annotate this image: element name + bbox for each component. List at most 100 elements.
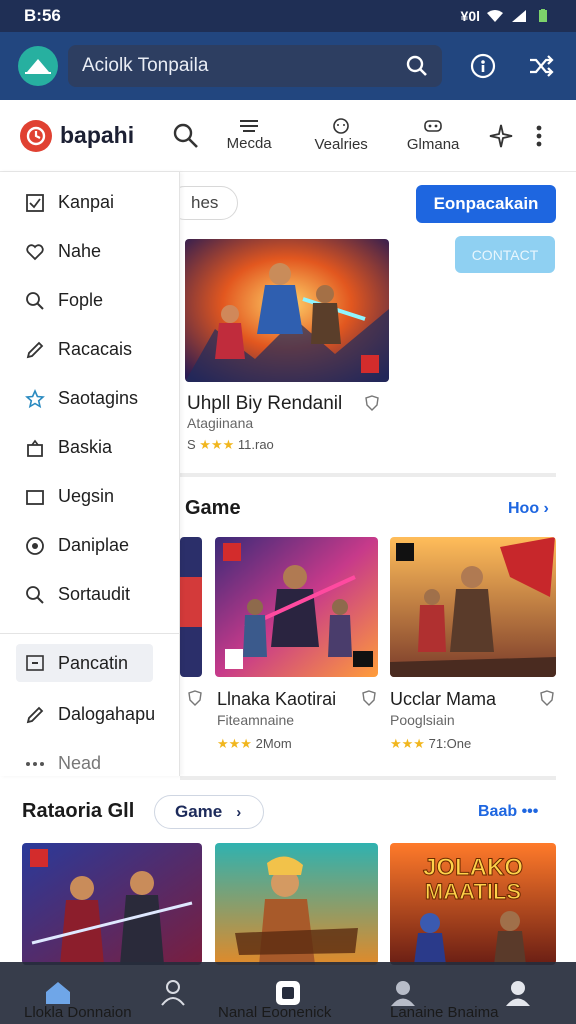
featured-game-thumbnail[interactable]	[185, 239, 389, 382]
drawer-item-label: Kanpai	[58, 192, 115, 212]
game-card-rating: ★★★ 71:One	[390, 736, 471, 752]
rating-stars: ★★★	[217, 736, 252, 751]
bottom-nav-labels: Llokla Donnaion Nanal Eoonenick Lanaine …	[0, 1004, 576, 1024]
brand-logo-icon	[20, 119, 52, 152]
drawer-item-label: Sortaudit	[58, 584, 131, 604]
drawer-divider	[0, 633, 179, 634]
section-title-game: Game	[185, 497, 241, 519]
drawer-item-nahe[interactable]: Nahe	[0, 227, 179, 276]
game-card-thumbnail[interactable]: JOLAKO MAATILS	[390, 843, 556, 965]
brand[interactable]: bapahi	[20, 119, 135, 152]
drawer-item-label: Pancatin	[58, 652, 129, 673]
brand-name: bapahi	[60, 122, 135, 148]
status-bar: B:56 ¥0l	[0, 0, 576, 32]
search-icon	[24, 290, 46, 312]
top-nav: bapahi Mecda Vealries Glmana	[0, 100, 576, 172]
section-link-more[interactable]: Hoo ›	[508, 500, 549, 518]
drawer-item-label: Daniplae	[58, 535, 130, 555]
tab-label: Glmana	[406, 136, 460, 153]
featured-game-subtitle: Atagiinana	[187, 415, 254, 431]
chevron-right-icon: ›	[236, 803, 242, 821]
wifi-icon	[487, 10, 503, 22]
drawer-item-uegsin[interactable]: Uegsin	[0, 472, 179, 521]
app-logo-icon[interactable]	[18, 46, 58, 86]
smiley-icon	[333, 118, 349, 134]
filter-pill-label: hes	[191, 193, 219, 212]
section-link-label: Baab	[478, 803, 518, 820]
game-card-thumbnail[interactable]	[215, 537, 378, 677]
shuffle-icon[interactable]	[524, 49, 558, 83]
tab-glmana[interactable]: Glmana	[390, 118, 476, 153]
app-bar: Aciolk Tonpaila	[0, 32, 576, 100]
drawer-item-label: Dalogahapu	[58, 704, 156, 724]
game-card-thumbnail-partial[interactable]	[180, 537, 202, 677]
pencil-icon	[24, 339, 46, 361]
status-time: B:56	[24, 6, 61, 25]
drawer-item-sortaudit[interactable]: Sortaudit	[0, 570, 179, 619]
drawer-item-daniplae[interactable]: Daniplae	[0, 521, 179, 570]
drawer-item-racacais[interactable]: Racacais	[0, 325, 179, 374]
drawer-item-kanpai[interactable]: Kanpai	[0, 178, 179, 227]
game-card-rating: ★★★ 2Mom	[217, 736, 292, 752]
drawer-item-saotagins[interactable]: Saotagins	[0, 374, 179, 423]
tab-label: Mecda	[226, 135, 272, 152]
drawer-item-fople[interactable]: Fople	[0, 276, 179, 325]
info-icon[interactable]	[466, 49, 500, 83]
gamepad-icon	[424, 120, 442, 132]
signal-icon	[512, 10, 526, 22]
search-icon[interactable]	[172, 122, 200, 150]
bag-icon	[24, 437, 46, 459]
rating-stars: ★★★	[390, 736, 425, 751]
game-card-subtitle: Fiteamnaine	[217, 712, 295, 728]
home-icon	[45, 982, 70, 1004]
game-filter-pill[interactable]: Game ›	[154, 795, 264, 829]
list-icon	[240, 120, 259, 132]
shield-icon	[188, 690, 202, 706]
game-card-thumbnail[interactable]	[215, 843, 378, 965]
avatar-icon	[391, 981, 416, 1006]
status-right-text: ¥0l	[460, 8, 480, 24]
person-icon	[160, 980, 185, 1006]
contact-button[interactable]: CONTACT	[455, 236, 555, 273]
battery-icon	[539, 9, 547, 22]
drawer-item-nead[interactable]: Nead	[0, 739, 179, 788]
game-card-title[interactable]: Ucclar Mama	[390, 689, 496, 710]
minus-box-icon	[24, 652, 46, 674]
more-icon	[24, 753, 46, 775]
rating-text: 2Mom	[255, 736, 292, 751]
drawer-item-label: Saotagins	[58, 388, 139, 408]
sparkle-icon[interactable]	[488, 123, 514, 149]
drawer-item-label: Nahe	[58, 241, 102, 261]
section-link-baab[interactable]: Baab •••	[478, 803, 538, 821]
shield-icon	[365, 395, 379, 411]
shield-icon	[540, 690, 554, 706]
rating-stars: ★★★	[199, 437, 235, 452]
drawer-item-dalogahapu[interactable]: Dalogahapu	[0, 690, 179, 739]
search-input[interactable]: Aciolk Tonpaila	[68, 45, 442, 87]
more-horiz-icon: •••	[521, 803, 539, 820]
section-link-label: Hoo	[508, 500, 540, 517]
search-placeholder: Aciolk Tonpaila	[82, 55, 209, 76]
tab-label: Vealries	[314, 136, 368, 153]
tab-mecda[interactable]: Mecda	[206, 119, 292, 152]
more-vert-icon[interactable]	[526, 123, 552, 149]
drawer-item-label: Fople	[58, 290, 104, 310]
bottom-nav-label: Llokla Donnaion	[24, 1004, 132, 1021]
featured-game-title[interactable]: Uhpll Biy Rendanil	[187, 393, 342, 415]
bottom-nav-label: Nanal Eoonenick	[218, 1004, 332, 1021]
game-card-title[interactable]: Llnaka Kaotirai	[217, 689, 336, 710]
section-title-rataoria: Rataoria Gll	[22, 800, 135, 822]
drawer-item-baskia[interactable]: Baskia	[0, 423, 179, 472]
target-icon	[24, 535, 46, 557]
section-divider	[180, 776, 556, 780]
primary-button[interactable]: Eonpacakain	[416, 185, 556, 223]
side-drawer: Kanpai Nahe Fople Racacais Saotagins Bas…	[0, 172, 180, 776]
search-icon[interactable]	[406, 55, 428, 77]
tab-vealries[interactable]: Vealries	[298, 118, 384, 153]
rating-prefix: S	[187, 437, 196, 452]
drawer-item-pancatin[interactable]: Pancatin	[16, 644, 153, 682]
search-icon	[24, 584, 46, 606]
card-art-line-2: MAATILS	[425, 879, 521, 904]
game-card-thumbnail[interactable]	[390, 537, 556, 677]
game-card-thumbnail[interactable]	[22, 843, 202, 965]
